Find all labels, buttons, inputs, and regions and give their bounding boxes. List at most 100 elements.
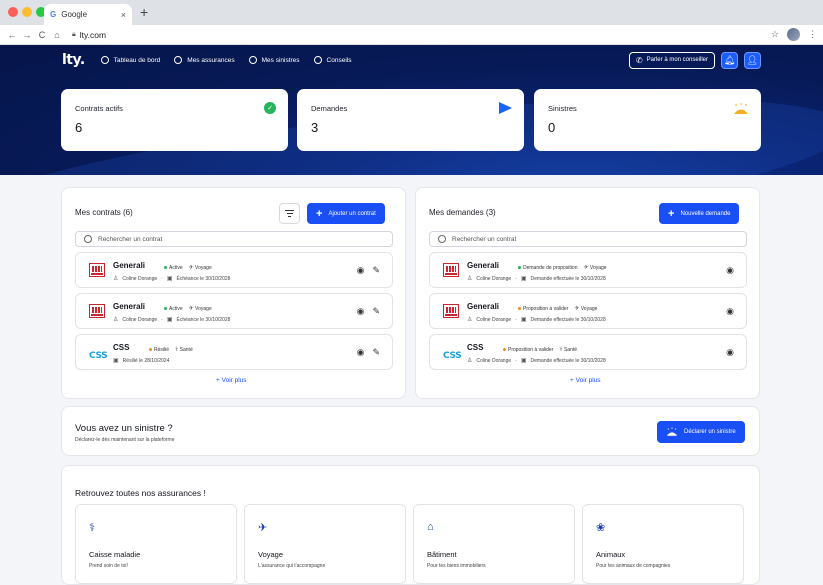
brand-logo[interactable]: lty. <box>62 52 85 68</box>
new-request-button[interactable]: + Nouvelle demande <box>659 203 740 224</box>
forward-icon[interactable]: → <box>21 30 33 40</box>
assurance-title: Caisse maladie <box>89 550 141 559</box>
request-card[interactable]: Generali Proposition à valider ✈︎ Voyage… <box>429 293 747 329</box>
category-badge: ✈︎ Voyage <box>574 306 598 312</box>
contract-card[interactable]: Generali Active ✈︎ Voyage ♙ Coline Doran… <box>75 293 393 329</box>
request-card[interactable]: Generali Demande de proposition ✈︎ Voyag… <box>429 252 747 288</box>
phone-icon: ✆ <box>635 55 643 65</box>
generali-logo <box>89 263 105 277</box>
tab-close-icon[interactable]: × <box>121 10 126 20</box>
assurance-card-travel[interactable]: ✈ Voyage L'assurance qui t'accompagne <box>244 504 406 584</box>
user-icon: ♙ <box>467 317 473 323</box>
browser-tabbar: G Google × + <box>0 0 823 25</box>
talk-to-advisor-button[interactable]: ✆ Parler à mon conseiller <box>628 51 715 69</box>
view-icon[interactable]: ◉ <box>357 306 365 317</box>
notifications-button[interactable]: 🔔︎ <box>721 51 738 69</box>
plus-icon: + <box>316 207 323 220</box>
health-icon: ⚕ <box>89 522 95 534</box>
nav-item-claims[interactable]: Mes sinistres <box>248 56 300 64</box>
view-icon[interactable]: ◉ <box>357 347 365 358</box>
plane-icon: ✈︎ <box>583 265 589 271</box>
stat-label: Contrats actifs <box>75 104 123 113</box>
stat-card-active-contracts[interactable]: Contrats actifs 6 ✓ <box>61 89 288 151</box>
browser-menu-icon[interactable]: ⋮ <box>808 29 817 40</box>
user-icon: 👤︎ <box>746 54 759 65</box>
contract-card[interactable]: CSS CSS Résilié ⚕︎ Santé ▣ Résilié le 28… <box>75 334 393 370</box>
browser-tab[interactable]: G Google × <box>44 4 132 25</box>
status-badge: Proposition à valider <box>518 306 568 312</box>
stat-card-claims[interactable]: Sinistres 0 <box>534 89 761 151</box>
insurer-name: Generali <box>467 302 500 311</box>
nav-item-dashboard[interactable]: Tableau de bord <box>100 56 160 64</box>
umbrella-rain-icon <box>666 427 678 436</box>
see-more-contracts-link[interactable]: + Voir plus <box>216 377 247 384</box>
url-field[interactable]: 🔒︎ lty.com <box>72 30 106 40</box>
profile-avatar[interactable] <box>787 28 800 41</box>
stat-value: 6 <box>75 120 83 135</box>
see-more-requests-link[interactable]: + Voir plus <box>570 377 601 384</box>
declare-claim-button[interactable]: Déclarer un sinistre <box>657 421 745 443</box>
filter-button[interactable] <box>279 203 300 224</box>
assurance-card-health[interactable]: ⚕ Caisse maladie Prend soin de toi! <box>75 504 237 584</box>
generali-logo <box>443 263 459 277</box>
nav-item-insurances[interactable]: Mes assurances <box>174 56 235 64</box>
contract-date: Échéance le 30/10/2028 <box>176 275 231 282</box>
holder-name: Coline Dorange <box>476 275 512 282</box>
edit-icon[interactable]: ✎ <box>372 306 380 317</box>
assurance-subtitle: Prend soin de toi! <box>89 563 128 569</box>
paw-icon: ❀ <box>596 522 606 534</box>
category-badge: ✈︎ Voyage <box>188 265 212 271</box>
holder-name: Coline Dorange <box>476 316 512 323</box>
user-icon: ♙ <box>113 317 119 323</box>
insurer-name: Generali <box>467 261 500 270</box>
generali-logo <box>89 304 105 318</box>
assurance-subtitle: Pour tes animaux de compagnies <box>596 563 671 569</box>
user-icon: ♙ <box>467 276 473 282</box>
user-icon: ♙ <box>467 358 473 364</box>
status-badge: Demande de proposition <box>518 265 577 271</box>
edit-icon[interactable]: ✎ <box>372 265 380 276</box>
nav-item-advice[interactable]: Conseils <box>313 56 351 64</box>
requests-panel: Mes demandes (3) + Nouvelle demande Rech… <box>415 187 760 399</box>
minimize-window-button[interactable] <box>22 7 32 17</box>
plus-icon: + <box>668 207 675 220</box>
back-icon[interactable]: ← <box>6 30 18 40</box>
account-button[interactable]: 👤︎ <box>744 51 761 69</box>
status-badge: Proposition à valider <box>503 347 553 353</box>
insurer-name: CSS <box>113 343 130 352</box>
assurance-subtitle: Pour tes biens immobiliers <box>427 563 486 569</box>
insurer-name: CSS <box>467 343 484 352</box>
view-icon[interactable]: ◉ <box>357 265 365 276</box>
plane-icon: ✈︎ <box>574 306 580 312</box>
bookmark-star-icon[interactable]: ☆ <box>771 29 779 40</box>
contract-card[interactable]: Generali Active ✈︎ Voyage ♙ Coline Doran… <box>75 252 393 288</box>
assurance-card-animals[interactable]: ❀ Animaux Pour tes animaux de compagnies <box>582 504 744 584</box>
view-icon[interactable]: ◉ <box>726 347 734 358</box>
claim-banner: Vous avez un sinistre ? Déclarez-le dès … <box>61 406 760 456</box>
request-date: Demande effectuée le 30/10/2028 <box>530 316 606 323</box>
view-icon[interactable]: ◉ <box>726 306 734 317</box>
view-icon[interactable]: ◉ <box>726 265 734 276</box>
edit-icon[interactable]: ✎ <box>372 347 380 358</box>
holder-name: Coline Dorange <box>122 316 158 323</box>
contract-search-input[interactable]: Rechercher un contrat <box>75 231 393 247</box>
css-logo: CSS <box>89 351 108 361</box>
assurance-card-building[interactable]: ⌂ Bâtiment Pour tes biens immobiliers <box>413 504 575 584</box>
contract-date: Échéance le 30/10/2028 <box>176 316 231 323</box>
calendar-icon: ▣ <box>520 276 527 282</box>
request-card[interactable]: CSS CSS Proposition à valider ⚕︎ Santé ♙… <box>429 334 747 370</box>
home-icon[interactable]: ⌂ <box>51 30 63 40</box>
generali-logo <box>443 304 459 318</box>
user-icon: ♙ <box>113 276 119 282</box>
stat-card-requests[interactable]: Demandes 3 <box>297 89 524 151</box>
request-search-input[interactable]: Rechercher un contrat <box>429 231 747 247</box>
send-icon <box>499 102 512 114</box>
top-navigation: lty. Tableau de bord Mes assurances Mes … <box>0 45 823 75</box>
tab-title: Google <box>61 10 88 19</box>
new-tab-button[interactable]: + <box>140 4 148 20</box>
calendar-icon: ▣ <box>520 358 527 364</box>
reload-icon[interactable]: C <box>36 30 48 40</box>
calendar-icon: ▣ <box>113 358 119 364</box>
close-window-button[interactable] <box>8 7 18 17</box>
add-contract-button[interactable]: + Ajouter un contrat <box>307 203 385 224</box>
